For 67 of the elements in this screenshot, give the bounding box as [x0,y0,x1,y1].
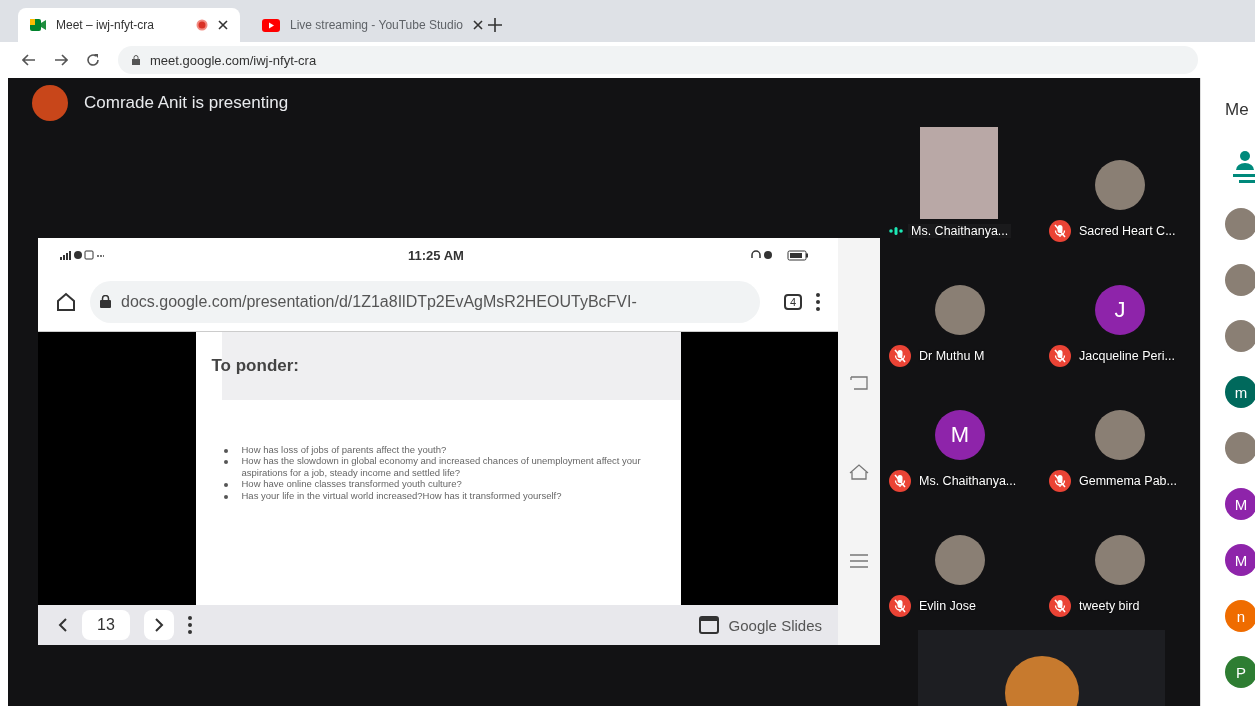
browser-tab[interactable]: Live streaming - YouTube Studio [250,8,472,42]
close-icon[interactable] [473,20,483,30]
tab-title: Meet – iwj-nfyt-cra [56,18,156,32]
participant-name: Gemmema Pab... [1079,474,1177,488]
slide-title: To ponder: [211,356,299,376]
home-icon[interactable] [56,291,76,312]
screen-icon [698,616,719,634]
avatar-photo [935,535,985,585]
avatar-photo [1225,432,1255,464]
participant-name: tweety bird [1079,599,1140,613]
avatar-photo [32,85,68,121]
participant-name: Ms. Chaithanya... [908,224,1012,238]
avatar-photo [1225,320,1255,352]
address-bar[interactable]: meet.google.com/iwj-nfyt-cra [118,46,1198,74]
bullet-icon [223,483,228,488]
bullet-text: How have online classes transformed youth culture? [241,478,462,490]
participant-name: Jacqueline Peri... [1079,349,1175,363]
avatar: m [1225,376,1255,408]
reload-icon[interactable] [86,53,100,67]
avatar-photo [1225,208,1255,240]
avatar-photo [1225,264,1255,296]
avatar-photo [1095,535,1145,585]
more-icon[interactable] [188,616,192,634]
bullet-text: How has the slowdown in global economy and increased chances of unemployment affect your aspirations for a job, steady income and settled life? [241,455,642,479]
bullet-icon [223,494,228,499]
lock-icon [132,55,140,65]
avatar-photo [935,285,985,335]
forward-icon[interactable] [54,54,68,66]
bullet-text: Has your life in the virtual world increased?How has it transformed yourself? [241,489,562,501]
participant-name: Evlin Jose [919,599,976,613]
bullet-icon [223,449,228,453]
presenter-label: Comrade Anit is presenting [84,93,289,113]
tab-title: Live streaming - YouTube Studio [290,18,463,32]
avatar: n [1225,600,1255,632]
battery-icon [750,249,810,261]
play-icon [262,18,280,32]
new-tab-icon[interactable] [488,18,502,32]
participant-name: Dr Muthu M [919,349,985,363]
participant-name: Sacred Heart C... [1079,224,1176,238]
browser-tab[interactable]: Meet – iwj-nfyt-cra [18,8,240,42]
bullet-text: How has loss of jobs of parents affect the youth? [241,444,447,456]
avatar: M [935,410,985,460]
page-number[interactable]: 13 [82,610,130,640]
avatar: M [1225,488,1255,520]
lock-icon [100,295,111,308]
signal-icon [60,249,104,261]
tab-count[interactable]: 4 [783,293,802,310]
video-camera-icon [30,18,46,32]
app-label: Google Slides [728,616,822,634]
chevron-right-icon [154,618,164,632]
avatar-photo [1095,160,1145,210]
menu-icon[interactable] [850,553,868,568]
url-text: docs.google.com/presentation/d/1Z1a8IlDTp2EvAgMsR2HEOUTyBcFVI- [121,292,637,311]
avatar: M [1225,544,1255,576]
panel-heading: Me [1225,100,1249,120]
address-bar[interactable]: docs.google.com/presentation/d/1Z1a8IlDTp2EvAgMsR2HEOUTyBcFVI- [90,280,760,323]
avatar: P [1225,656,1255,688]
next-button[interactable] [144,610,174,640]
avatar-photo [1095,410,1145,460]
avatar: J [1095,285,1145,335]
url-text: meet.google.com/iwj-nfyt-cra [150,52,317,68]
bullet-icon [223,460,228,465]
participant-name: Ms. Chaithanya... [919,474,1017,488]
previous-icon[interactable] [58,618,68,632]
status-time: 11:25 AM [408,247,464,263]
more-icon[interactable] [816,292,820,311]
close-icon[interactable] [218,20,228,30]
